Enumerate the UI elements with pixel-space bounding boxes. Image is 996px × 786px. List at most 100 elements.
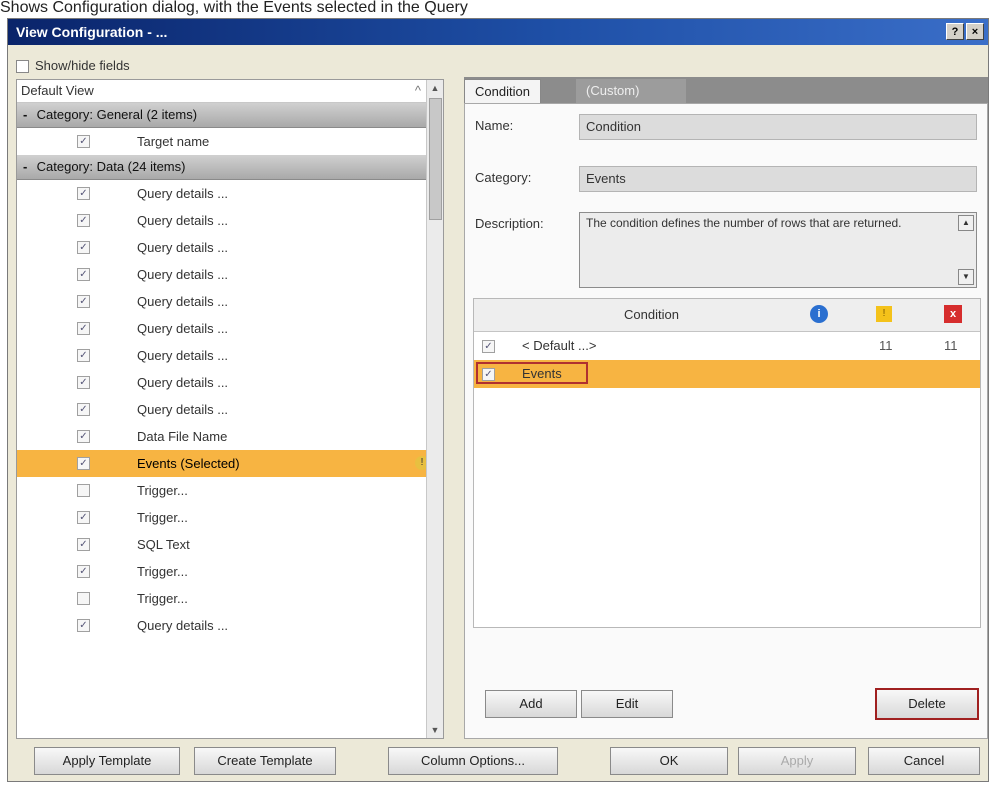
error-icon: x <box>944 305 962 323</box>
field-label: Target name <box>137 134 210 149</box>
field-checkbox[interactable]: ✓ <box>77 268 90 281</box>
list-item[interactable]: ✓ Query details ... <box>17 342 443 369</box>
name-label: Name: <box>475 118 514 133</box>
table-row[interactable]: ✓ < Default ...> 11 11 <box>474 332 980 360</box>
field-checkbox[interactable] <box>77 484 90 497</box>
tab-custom[interactable]: (Custom) <box>576 79 686 103</box>
column-tree[interactable]: Default View ^ - Category: General (2 it… <box>16 79 444 739</box>
list-item[interactable]: ✓ Query details ... <box>17 207 443 234</box>
table-row-selected[interactable]: ✓ Events <box>474 360 980 388</box>
category-data[interactable]: - Category: Data (24 items) <box>17 155 443 180</box>
view-configuration-dialog: View Configuration - ... ? × Show/hide f… <box>7 18 989 782</box>
row-error-count: 11 <box>944 338 958 353</box>
ok-button[interactable]: OK <box>610 747 728 775</box>
delete-button[interactable]: Delete <box>875 688 979 720</box>
row-checkbox[interactable]: ✓ <box>482 368 495 381</box>
category-label: Category: Data (24 items) <box>36 159 186 174</box>
list-item[interactable]: ✓ Query details ... <box>17 315 443 342</box>
field-checkbox[interactable]: ✓ <box>77 376 90 389</box>
category-field[interactable]: Events <box>579 166 977 192</box>
field-checkbox[interactable]: ✓ <box>77 214 90 227</box>
field-checkbox[interactable]: ✓ <box>77 565 90 578</box>
scroll-thumb[interactable] <box>429 98 442 220</box>
field-checkbox[interactable]: ✓ <box>77 135 90 148</box>
field-checkbox[interactable]: ✓ <box>77 187 90 200</box>
field-label: Query details ... <box>137 213 229 228</box>
list-item-selected[interactable]: ✓ Events (Selected)! <box>17 450 443 477</box>
sort-icon[interactable]: ^ <box>415 80 421 102</box>
edit-button[interactable]: Edit <box>581 690 673 718</box>
list-item[interactable]: ✓ Query details ... <box>17 612 443 639</box>
list-item[interactable]: ✓ Query details ... <box>17 180 443 207</box>
show-hide-checkbox[interactable] <box>16 60 29 74</box>
tree-scrollbar[interactable]: ▲ ▼ <box>426 80 443 738</box>
field-label: Events (Selected) <box>137 456 240 471</box>
column-options-button[interactable]: Column Options... <box>388 747 558 775</box>
collapse-icon[interactable]: - <box>23 103 33 127</box>
list-item[interactable]: ✓ Query details ... <box>17 369 443 396</box>
field-label: Trigger... <box>137 483 188 498</box>
field-checkbox[interactable]: ✓ <box>77 241 90 254</box>
column-header-condition[interactable]: Condition <box>624 307 679 322</box>
row-checkbox[interactable]: ✓ <box>482 340 495 353</box>
description-field[interactable]: The condition defines the number of rows… <box>579 212 977 288</box>
list-item[interactable]: ✓ Data File Name <box>17 423 443 450</box>
field-label: Query details ... <box>137 294 229 309</box>
field-checkbox[interactable]: ✓ <box>77 322 90 335</box>
list-item[interactable]: ✓ Query details ... <box>17 396 443 423</box>
field-label: Query details ... <box>137 240 229 255</box>
list-item[interactable]: ✓ Query details ... <box>17 234 443 261</box>
scroll-up-icon[interactable]: ▲ <box>958 215 974 231</box>
dialog-title-bar[interactable]: View Configuration - ... ? × <box>8 19 988 45</box>
conditions-grid[interactable]: Condition i ! x ✓ < Default ...> 11 11 ✓… <box>473 298 981 628</box>
field-label: Query details ... <box>137 375 229 390</box>
scroll-down-icon[interactable]: ▼ <box>958 269 974 285</box>
list-item[interactable]: ✓ Trigger... <box>17 558 443 585</box>
list-item[interactable]: ✓ Trigger... <box>17 504 443 531</box>
list-item[interactable]: ✓ Query details ... <box>17 288 443 315</box>
help-button[interactable]: ? <box>946 23 964 40</box>
list-item[interactable]: Trigger... <box>17 477 443 504</box>
tree-header-label: Default View <box>21 83 94 98</box>
tree-header[interactable]: Default View ^ <box>17 80 443 103</box>
add-button[interactable]: Add <box>485 690 577 718</box>
field-label: SQL Text <box>137 537 190 552</box>
field-checkbox[interactable]: ✓ <box>77 430 90 443</box>
name-field[interactable]: Condition <box>579 114 977 140</box>
field-label: Query details ... <box>137 186 229 201</box>
category-general[interactable]: - Category: General (2 items) <box>17 103 443 128</box>
field-checkbox[interactable]: ✓ <box>77 511 90 524</box>
close-button[interactable]: × <box>966 23 984 40</box>
list-item[interactable]: ✓ Target name <box>17 128 443 155</box>
description-label: Description: <box>475 216 544 231</box>
list-item[interactable]: ✓ SQL Text <box>17 531 443 558</box>
list-item[interactable]: ✓ Query details ... <box>17 261 443 288</box>
field-label: Query details ... <box>137 618 229 633</box>
field-checkbox[interactable]: ✓ <box>77 295 90 308</box>
apply-template-button[interactable]: Apply Template <box>34 747 180 775</box>
collapse-icon[interactable]: - <box>23 155 33 179</box>
create-template-button[interactable]: Create Template <box>194 747 336 775</box>
row-info-count: 11 <box>879 338 893 353</box>
field-label: Trigger... <box>137 564 188 579</box>
list-item[interactable]: Trigger... <box>17 585 443 612</box>
show-hide-label: Show/hide fields <box>35 58 130 73</box>
cancel-button[interactable]: Cancel <box>868 747 980 775</box>
field-checkbox[interactable]: ✓ <box>77 403 90 416</box>
field-checkbox[interactable]: ✓ <box>77 619 90 632</box>
scroll-down-icon[interactable]: ▼ <box>427 722 443 738</box>
category-data-items: ✓ Query details ... ✓ Query details ... ✓ Que… <box>17 180 443 639</box>
scroll-up-icon[interactable]: ▲ <box>427 80 443 96</box>
info-icon: i <box>810 305 828 323</box>
category-label: Category: <box>475 170 532 185</box>
field-label: Query details ... <box>137 348 229 363</box>
field-label: Trigger... <box>137 510 188 525</box>
field-checkbox[interactable]: ✓ <box>77 538 90 551</box>
apply-button[interactable]: Apply <box>738 747 856 775</box>
category-label: Category: General (2 items) <box>36 107 198 122</box>
show-hide-fields-header[interactable]: Show/hide fields <box>16 55 444 77</box>
field-checkbox[interactable] <box>77 592 90 605</box>
tab-condition[interactable]: Condition <box>464 79 541 104</box>
field-checkbox[interactable]: ✓ <box>77 349 90 362</box>
field-checkbox[interactable]: ✓ <box>77 457 90 470</box>
